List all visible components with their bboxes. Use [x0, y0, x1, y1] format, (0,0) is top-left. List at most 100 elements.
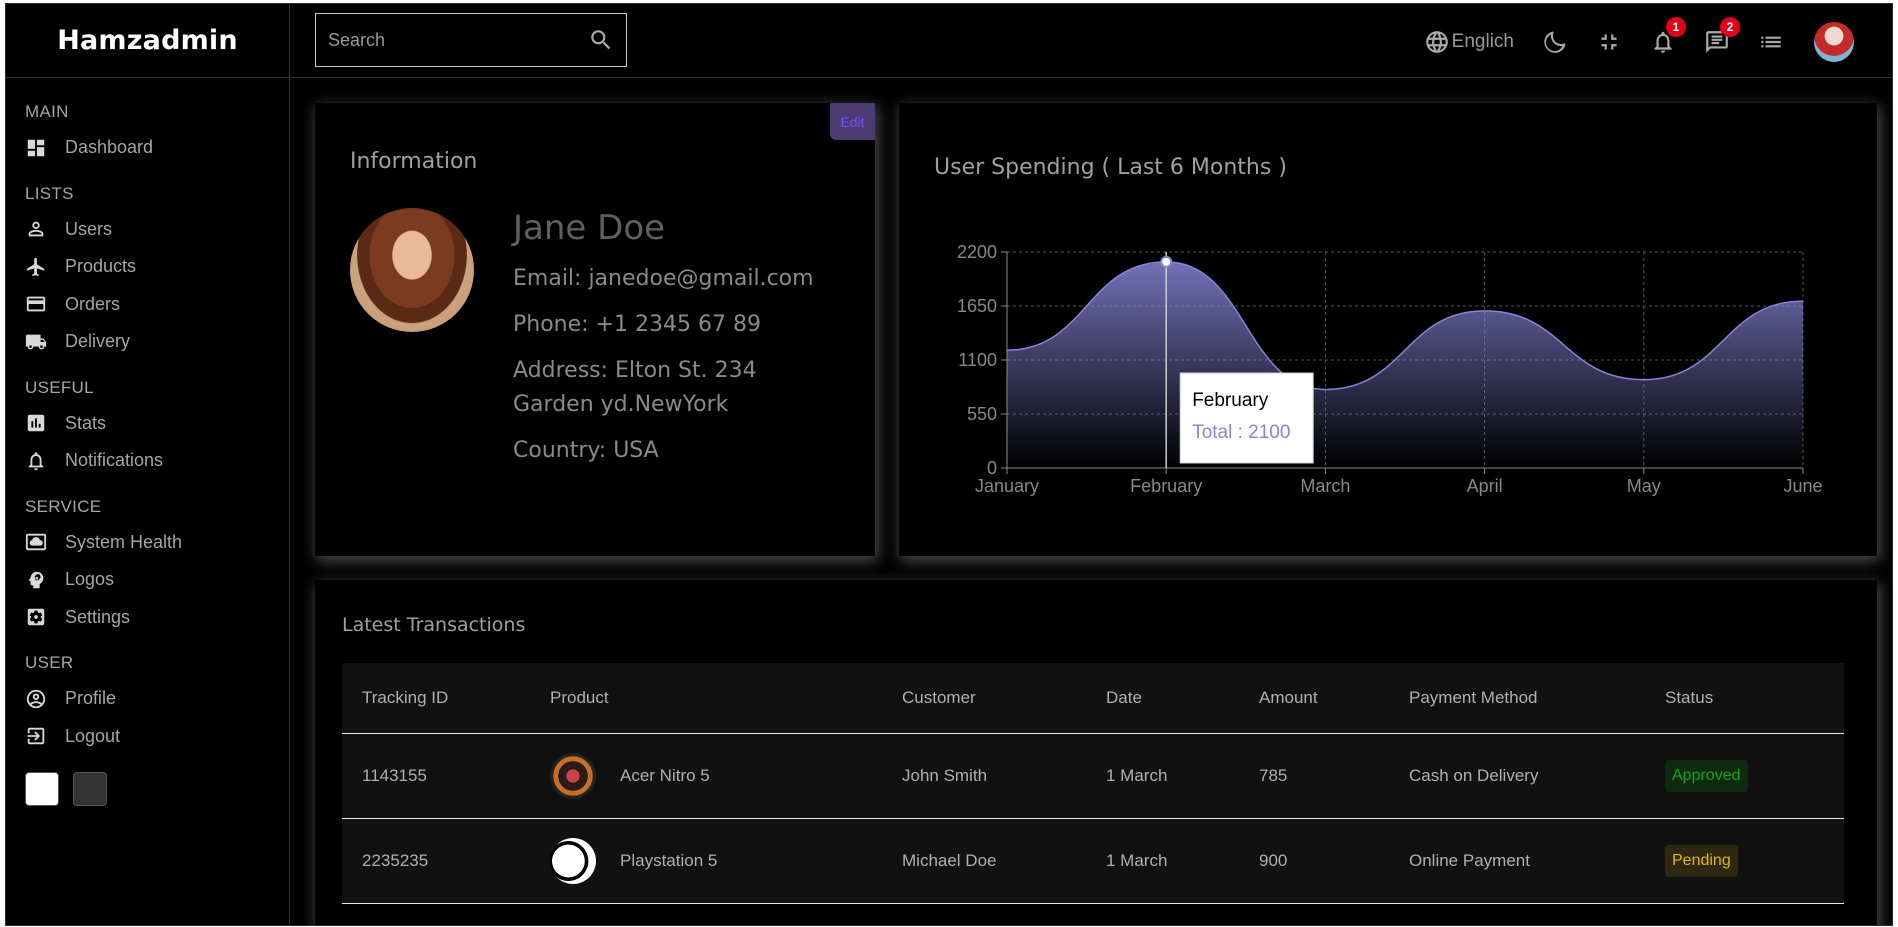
sidebar-item-label: Users [65, 218, 113, 239]
account-circle-icon [25, 688, 47, 710]
messages-button[interactable]: 2 [1704, 17, 1740, 55]
sidebar-section-lists: LISTS Users Products Orders Delivery [25, 184, 289, 361]
amount-cell: 785 [1239, 733, 1389, 819]
sidebar-item-label: System Health [65, 531, 183, 552]
search-icon[interactable] [588, 27, 614, 53]
sidebar-item-delivery[interactable]: Delivery [25, 323, 289, 361]
user-avatar[interactable] [1814, 22, 1854, 62]
column-header[interactable]: Tracking ID [342, 663, 530, 734]
edit-button[interactable]: Edit [830, 103, 875, 140]
status-cell: Approved [1645, 733, 1844, 819]
sidebar-item-label: Logout [65, 725, 121, 746]
chart-tooltip [1179, 372, 1314, 464]
theme-switcher [25, 772, 289, 806]
bar-chart-icon [25, 412, 47, 434]
table-row[interactable]: 2235235 Playstation 5 Michael Doe 1 March 90… [342, 818, 1844, 904]
area-fill [1007, 261, 1803, 468]
sidebar-section-title: USER [25, 653, 74, 672]
profile-address: Address: Elton St. 234 Garden yd.NewYork [513, 358, 757, 417]
sidebar-item-label: Delivery [65, 331, 131, 352]
spending-area-chart: 0 550 1100 1650 2200 January February March Apri… [957, 242, 1823, 496]
profile-details: Jane Doe Email: janedoe@gmail.com Phone:… [513, 208, 843, 480]
logout-icon [25, 725, 47, 747]
airplane-icon [25, 256, 47, 278]
list-icon [1761, 36, 1781, 48]
sidebar-item-stats[interactable]: Stats [25, 405, 289, 443]
sidebar-item-logout[interactable]: Logout [25, 718, 289, 756]
sidebar-item-products[interactable]: Products [25, 248, 289, 286]
date-cell: 1 March [1086, 818, 1239, 904]
sidebar-item-label: Notifications [65, 450, 164, 471]
x-tick-label: January [975, 476, 1039, 496]
column-header[interactable]: Date [1086, 663, 1239, 734]
x-tick-label: May [1627, 476, 1661, 496]
navbar-items: Englich 1 2 [1396, 17, 1854, 66]
dark-mode-toggle[interactable] [1542, 29, 1568, 55]
list-menu-button[interactable] [1758, 29, 1784, 55]
product-cell: Acer Nitro 5 [530, 733, 882, 819]
column-header[interactable]: Status [1645, 663, 1844, 734]
information-card: Edit Information Jane Doe Email: janedoe… [315, 103, 875, 556]
globe-icon [1425, 31, 1448, 53]
psychology-icon [25, 569, 47, 591]
x-tick-label: March [1300, 476, 1350, 496]
date-cell: 1 March [1086, 733, 1239, 819]
sidebar-item-users[interactable]: Users [25, 211, 289, 249]
fullscreen-exit-button[interactable] [1596, 29, 1622, 55]
product-name: Acer Nitro 5 [620, 765, 710, 785]
language-selector[interactable]: Englich [1424, 29, 1514, 55]
sidebar-item-notifications[interactable]: Notifications [25, 442, 289, 480]
status-badge: Approved [1665, 759, 1748, 792]
sidebar-item-logos[interactable]: Logos [25, 561, 289, 599]
sidebar-section-main: MAIN Dashboard [25, 102, 289, 167]
sidebar-item-label: Profile [65, 688, 117, 709]
settings-icon [25, 606, 47, 628]
search-box[interactable] [315, 13, 627, 67]
sidebar-section-title: SERVICE [25, 496, 102, 516]
y-tick-label: 1650 [957, 296, 997, 316]
notifications-button[interactable]: 1 [1650, 17, 1686, 55]
profile-country: Country: USA [513, 438, 659, 463]
profile-phone: Phone: +1 2345 67 89 [513, 312, 761, 337]
profile-name: Jane Doe [513, 208, 666, 248]
status-badge: Pending [1665, 844, 1738, 877]
dark-theme-swatch[interactable] [73, 772, 107, 806]
column-header[interactable]: Amount [1239, 663, 1389, 734]
sidebar-item-label: Logos [65, 569, 115, 590]
navbar: Englich 1 2 [291, 4, 1892, 78]
sidebar-item-system-health[interactable]: System Health [25, 524, 289, 562]
product-image [550, 837, 596, 884]
notifications-badge: 1 [1666, 17, 1686, 37]
messages-badge: 2 [1720, 17, 1740, 37]
sidebar-item-profile[interactable]: Profile [25, 680, 289, 718]
column-header[interactable]: Payment Method [1389, 663, 1645, 734]
sidebar-section-user: USER Profile Logout [25, 653, 289, 755]
app-logo[interactable]: Hamzadmin [57, 25, 238, 56]
column-header[interactable]: Product [530, 663, 882, 734]
light-theme-swatch[interactable] [25, 772, 59, 806]
sidebar-section-title: LISTS [25, 183, 74, 203]
profile-photo [350, 208, 474, 332]
product-name: Playstation 5 [620, 850, 718, 870]
credit-card-icon [25, 293, 47, 315]
sidebar-item-orders[interactable]: Orders [25, 286, 289, 324]
table-row[interactable]: 1143155 Acer Nitro 5 John Smith 1 March 785 C… [342, 733, 1844, 819]
product-cell: Playstation 5 [530, 818, 882, 904]
tooltip-value: Total : 2100 [1192, 422, 1290, 443]
sidebar-item-settings[interactable]: Settings [25, 599, 289, 637]
x-tick-label: June [1783, 476, 1822, 496]
table-header-row: Tracking ID Product Customer Date Amount Paym… [342, 663, 1844, 734]
column-header[interactable]: Customer [882, 663, 1086, 734]
sidebar-item-label: Dashboard [65, 137, 154, 158]
cloud-icon [25, 531, 47, 553]
sidebar-item-dashboard[interactable]: Dashboard [25, 129, 289, 167]
product-image [550, 752, 596, 799]
sidebar-section-useful: USEFUL Stats Notifications [25, 378, 289, 480]
transactions-title: Latest Transactions [342, 614, 526, 636]
search-input[interactable] [328, 29, 588, 51]
payment-method-cell: Cash on Delivery [1389, 733, 1645, 819]
app-window: Hamzadmin MAIN Dashboard LISTS Users Product… [5, 3, 1893, 926]
sidebar-section-service: SERVICE System Health Logos Settings [25, 497, 289, 637]
y-tick-label: 550 [967, 404, 997, 424]
sidebar-item-label: Stats [65, 412, 107, 433]
